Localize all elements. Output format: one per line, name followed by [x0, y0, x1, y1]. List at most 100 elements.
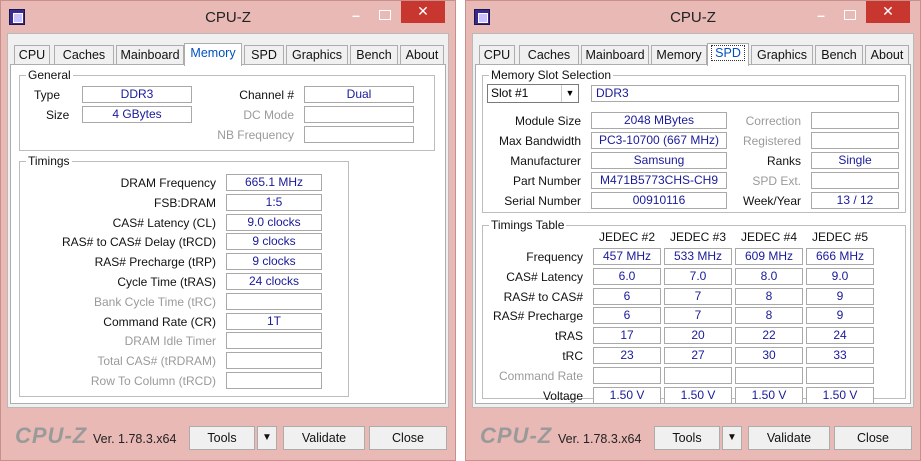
- tab-cpu[interactable]: CPU: [479, 45, 515, 65]
- title-bar[interactable]: CPU-Z – ✕: [1, 1, 455, 33]
- tab-about[interactable]: About: [865, 45, 909, 65]
- close-icon[interactable]: ✕: [401, 1, 445, 23]
- tools-dropdown-icon[interactable]: ▼: [257, 426, 277, 450]
- slot-select-value: Slot #1: [491, 86, 529, 100]
- channel-value: Dual: [304, 86, 414, 103]
- maximize-icon[interactable]: [836, 5, 862, 25]
- memory-slot-group-label: Memory Slot Selection: [489, 68, 614, 82]
- validate-button[interactable]: Validate: [283, 426, 365, 450]
- tab-spd[interactable]: SPD: [707, 43, 749, 66]
- timing-value: 665.1 MHz: [226, 174, 322, 191]
- version-text: Ver. 1.78.3.x64: [558, 432, 642, 446]
- table-cell: 23: [593, 347, 661, 364]
- footer-bar: CPU-Z Ver. 1.78.3.x64 Tools ▼ Validate C…: [472, 418, 914, 458]
- size-value: 4 GBytes: [82, 106, 192, 123]
- tab-memory[interactable]: Memory: [184, 43, 242, 66]
- tab-spd[interactable]: SPD: [244, 45, 284, 65]
- tab-caches[interactable]: Caches: [519, 45, 579, 65]
- type-label: Type: [34, 88, 61, 102]
- table-cell: 9: [806, 287, 874, 305]
- tools-button[interactable]: Tools: [654, 426, 720, 450]
- minimize-icon[interactable]: –: [808, 5, 834, 25]
- table-cell: [593, 366, 661, 384]
- validate-button[interactable]: Validate: [748, 426, 830, 450]
- footer-bar: CPU-Z Ver. 1.78.3.x64 Tools ▼ Validate C…: [7, 418, 449, 458]
- timing-label: Row To Column (tRCD): [90, 374, 216, 388]
- title-bar[interactable]: CPU-Z – ✕: [466, 1, 920, 33]
- channel-label: Channel #: [239, 88, 294, 102]
- tab-bench[interactable]: Bench: [815, 45, 863, 65]
- column-header: JEDEC #4: [740, 230, 798, 244]
- timing-label: DRAM Frequency: [120, 176, 216, 190]
- column-header: JEDEC #2: [598, 230, 656, 244]
- memory-slot-group: Memory Slot Selection Slot #1 ▼ DDR3 Mod…: [482, 68, 906, 213]
- column-header: JEDEC #5: [811, 230, 869, 244]
- table-cell: 609 MHz: [735, 248, 803, 265]
- tab-bench[interactable]: Bench: [350, 45, 398, 65]
- timing-value: 9 clocks: [226, 233, 322, 251]
- dc-mode-label: DC Mode: [243, 108, 294, 122]
- max-bandwidth-label: Max Bandwidth: [498, 134, 581, 148]
- serial-number-label: Serial Number: [504, 194, 581, 208]
- registered-value: [811, 132, 899, 149]
- close-button[interactable]: Close: [369, 426, 447, 450]
- timings-group: Timings DRAM Frequency 665.1 MHz FSB:DRAM 1…: [19, 154, 349, 397]
- dc-mode-value: [304, 106, 414, 123]
- nb-frequency-label: NB Frequency: [217, 128, 294, 142]
- timing-value: 9 clocks: [226, 253, 322, 271]
- table-cell: 20: [664, 327, 732, 345]
- tab-mainboard[interactable]: Mainboard: [581, 45, 649, 65]
- slot-select[interactable]: Slot #1 ▼: [487, 84, 579, 103]
- table-cell: 6: [593, 287, 661, 305]
- week-year-value: 13 / 12: [811, 192, 899, 209]
- tab-graphics[interactable]: Graphics: [751, 45, 813, 65]
- timing-value: [226, 352, 322, 370]
- tab-about[interactable]: About: [400, 45, 444, 65]
- minimize-icon[interactable]: –: [343, 5, 369, 25]
- module-size-label: Module Size: [514, 114, 581, 128]
- timing-value: [226, 292, 322, 310]
- table-row-label: Command Rate: [498, 368, 583, 383]
- close-button[interactable]: Close: [834, 426, 912, 450]
- tab-memory[interactable]: Memory: [651, 45, 707, 65]
- timing-value: 24 clocks: [226, 273, 322, 290]
- timing-label: FSB:DRAM: [153, 195, 216, 210]
- maximize-icon[interactable]: [371, 5, 397, 25]
- table-cell: 17: [593, 327, 661, 345]
- table-cell: 1.50 V: [735, 386, 803, 404]
- table-cell: 22: [735, 327, 803, 345]
- week-year-label: Week/Year: [742, 194, 801, 208]
- close-icon[interactable]: ✕: [866, 1, 910, 23]
- registered-label: Registered: [742, 134, 801, 148]
- table-row-label: RAS# to CAS#: [503, 289, 583, 304]
- chevron-down-icon[interactable]: ▼: [561, 85, 578, 102]
- table-cell: 1.50 V: [593, 386, 661, 404]
- table-row-label: RAS# Precharge: [492, 309, 583, 324]
- tools-button[interactable]: Tools: [189, 426, 255, 450]
- tools-dropdown-icon[interactable]: ▼: [722, 426, 742, 450]
- table-cell: 24: [806, 327, 874, 345]
- version-text: Ver. 1.78.3.x64: [93, 432, 177, 446]
- part-number-label: Part Number: [512, 174, 581, 188]
- table-cell: 666 MHz: [806, 248, 874, 265]
- memory-panel: General Type DDR3 Size 4 GBytes Channel …: [10, 64, 446, 404]
- serial-number-value: 00910116: [591, 192, 727, 209]
- timings-table-group: Timings Table JEDEC #2 JEDEC #3 JEDEC #4 JE…: [482, 218, 906, 404]
- tab-caches[interactable]: Caches: [54, 45, 114, 65]
- tab-graphics[interactable]: Graphics: [286, 45, 348, 65]
- nb-frequency-value: [304, 126, 414, 143]
- tab-mainboard[interactable]: Mainboard: [116, 45, 184, 65]
- column-header: JEDEC #3: [669, 230, 727, 244]
- ranks-value: Single: [811, 152, 899, 169]
- module-size-value: 2048 MBytes: [591, 112, 727, 129]
- spd-ext-label: SPD Ext.: [752, 174, 801, 188]
- timing-label: CAS# Latency (CL): [112, 215, 216, 230]
- tab-cpu[interactable]: CPU: [14, 45, 50, 65]
- table-cell: 1.50 V: [664, 386, 732, 404]
- timing-value: [226, 372, 322, 389]
- timing-label: Cycle Time (tRAS): [117, 275, 216, 289]
- table-cell: 27: [664, 347, 732, 364]
- ranks-label: Ranks: [766, 154, 801, 168]
- table-cell: 457 MHz: [593, 248, 661, 265]
- part-number-value: M471B5773CHS-CH9: [591, 172, 727, 189]
